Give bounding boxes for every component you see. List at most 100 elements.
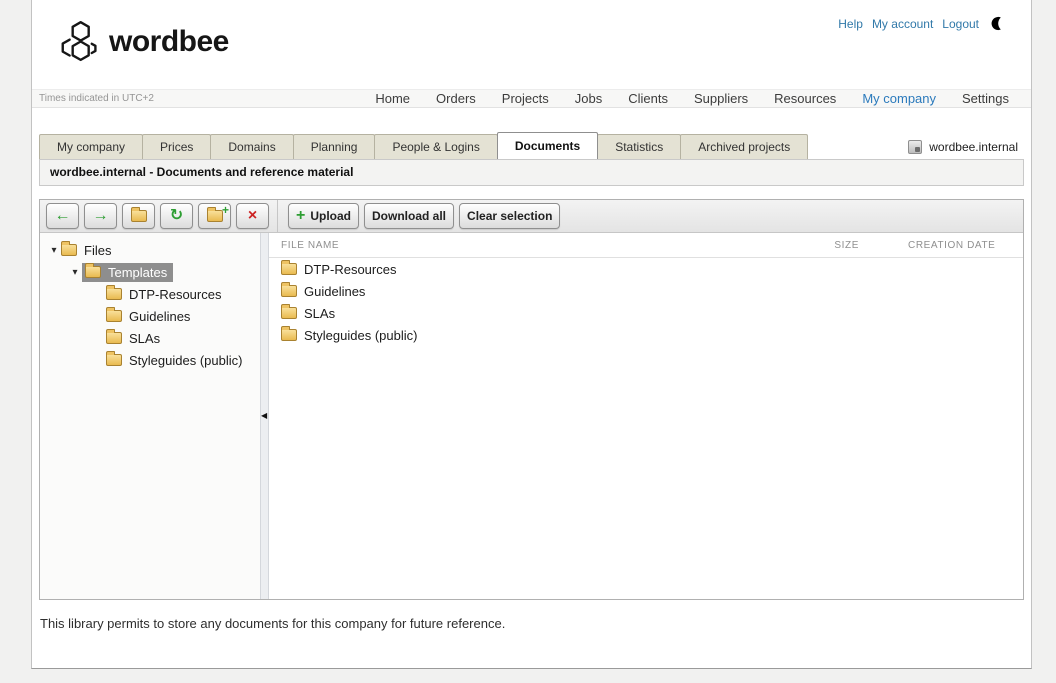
refresh-button[interactable]: ↻ <box>160 203 193 229</box>
file-row-styleguides-public[interactable]: Styleguides (public) <box>269 324 1023 346</box>
toolbar: ← → ↻ + × + Upload Do <box>40 200 1023 233</box>
folder-icon <box>106 332 122 344</box>
tab-domains[interactable]: Domains <box>210 134 293 159</box>
folder-icon <box>281 285 297 297</box>
arrow-left-icon: ← <box>55 208 71 224</box>
nav-item-settings[interactable]: Settings <box>962 91 1009 106</box>
delete-button[interactable]: × <box>236 203 269 229</box>
folder-icon <box>85 266 101 278</box>
timezone-note: Times indicated in UTC+2 <box>39 93 154 104</box>
file-name: Styleguides (public) <box>304 328 417 343</box>
nav-item-my-company[interactable]: My company <box>862 91 936 106</box>
expander-triangle-icon[interactable]: ▾ <box>68 267 82 278</box>
nav-item-clients[interactable]: Clients <box>628 91 668 106</box>
column-header-size[interactable]: SIZE <box>779 240 859 251</box>
upload-label: Upload <box>310 209 351 223</box>
nav-item-home[interactable]: Home <box>375 91 410 106</box>
arrow-right-icon: → <box>93 208 109 224</box>
tab-documents[interactable]: Documents <box>497 132 598 159</box>
new-folder-button[interactable]: + <box>198 203 231 229</box>
clear-selection-button[interactable]: Clear selection <box>459 203 560 229</box>
nav-item-suppliers[interactable]: Suppliers <box>694 91 748 106</box>
tree-item-label: DTP-Resources <box>129 287 221 302</box>
panel-splitter[interactable]: ◀ <box>260 233 269 599</box>
tree-item-label: Styleguides (public) <box>129 353 242 368</box>
company-icon <box>908 140 922 154</box>
tab-prices[interactable]: Prices <box>142 134 211 159</box>
tree-item-label: SLAs <box>129 331 160 346</box>
folder-icon <box>281 307 297 319</box>
column-header-creation-date[interactable]: CREATION DATE <box>859 240 1023 251</box>
top-link-help[interactable]: Help <box>838 17 863 31</box>
download-all-label: Download all <box>372 209 446 223</box>
folder-icon <box>106 354 122 366</box>
file-row-dtp-resources[interactable]: DTP-Resources <box>269 258 1023 280</box>
folder-icon <box>281 329 297 341</box>
tree-item-slas[interactable]: SLAs <box>40 327 260 349</box>
new-folder-icon <box>207 210 223 222</box>
nav-item-resources[interactable]: Resources <box>774 91 836 106</box>
page-card: wordbee Help My account Logout Times indic… <box>31 0 1032 669</box>
forward-button[interactable]: → <box>84 203 117 229</box>
expander-triangle-icon[interactable]: ▾ <box>47 245 61 256</box>
file-name: SLAs <box>304 306 335 321</box>
utility-bar: Times indicated in UTC+2 Home Orders Proje… <box>32 89 1031 108</box>
company-context-label: wordbee.internal <box>929 140 1018 154</box>
upload-button[interactable]: + Upload <box>288 203 359 229</box>
file-row-guidelines[interactable]: Guidelines <box>269 280 1023 302</box>
header: wordbee Help My account Logout <box>32 0 1031 89</box>
tab-my-company[interactable]: My company <box>39 134 143 159</box>
file-row-slas[interactable]: SLAs <box>269 302 1023 324</box>
column-header-file-name[interactable]: FILE NAME <box>281 240 779 251</box>
plus-icon: + <box>222 203 229 217</box>
selected-node[interactable]: Templates <box>82 263 173 282</box>
tab-zone: My companyPricesDomainsPlanningPeople & … <box>32 108 1031 159</box>
nav-item-projects[interactable]: Projects <box>502 91 549 106</box>
tree-item-dtp-resources[interactable]: DTP-Resources <box>40 283 260 305</box>
tree-item-label: Templates <box>108 265 167 280</box>
tree-item-guidelines[interactable]: Guidelines <box>40 305 260 327</box>
document-browser: ← → ↻ + × + Upload Do <box>39 199 1024 600</box>
tree-item-files[interactable]: ▾ Files <box>40 239 260 261</box>
tab-statistics[interactable]: Statistics <box>597 134 681 159</box>
tab-archived-projects[interactable]: Archived projects <box>680 134 808 159</box>
collapse-handle-icon[interactable]: ◀ <box>261 410 267 422</box>
open-folder-button[interactable] <box>122 203 155 229</box>
nav-item-jobs[interactable]: Jobs <box>575 91 602 106</box>
logo-text: wordbee <box>109 25 229 59</box>
back-button[interactable]: ← <box>46 203 79 229</box>
folder-icon <box>106 310 122 322</box>
file-name: DTP-Resources <box>304 262 396 277</box>
download-all-button[interactable]: Download all <box>364 203 454 229</box>
folder-icon <box>61 244 77 256</box>
folder-tree: ▾Files▾TemplatesDTP-ResourcesGuidelinesS… <box>40 233 260 599</box>
toolbar-divider <box>277 200 278 233</box>
open-folder-icon <box>131 210 147 222</box>
folder-icon <box>106 288 122 300</box>
top-links: Help My account Logout <box>838 16 1005 31</box>
wordbee-logo: wordbee <box>54 20 229 63</box>
clear-selection-label: Clear selection <box>467 209 552 223</box>
wordbee-hexagons-icon <box>54 20 100 63</box>
file-list: FILE NAMESIZECREATION DATE DTP-Resources… <box>269 233 1023 599</box>
nav-item-orders[interactable]: Orders <box>436 91 476 106</box>
upload-plus-icon: + <box>296 208 305 224</box>
page-title: wordbee.internal - Documents and referen… <box>39 159 1024 186</box>
tree-item-styleguides-public[interactable]: Styleguides (public) <box>40 349 260 371</box>
tree-item-templates[interactable]: ▾ Templates <box>40 261 260 283</box>
main-nav: Home Orders Projects Jobs Clients Suppliers Re… <box>375 91 1021 106</box>
folder-icon <box>281 263 297 275</box>
browser-panels: ▾Files▾TemplatesDTP-ResourcesGuidelinesS… <box>40 233 1023 599</box>
dark-mode-moon-icon[interactable] <box>990 16 1005 31</box>
tree-item-label: Files <box>84 243 111 258</box>
file-name: Guidelines <box>304 284 365 299</box>
tab-planning[interactable]: Planning <box>293 134 376 159</box>
top-link-logout[interactable]: Logout <box>942 17 979 31</box>
library-description: This library permits to store any docume… <box>32 600 1031 631</box>
top-link-my-account[interactable]: My account <box>872 17 933 31</box>
tab-people-logins[interactable]: People & Logins <box>374 134 497 159</box>
tab-context: wordbee.internal <box>908 140 1024 159</box>
delete-x-icon: × <box>248 208 257 224</box>
refresh-icon: ↻ <box>170 208 183 224</box>
tab-strip: My companyPricesDomainsPlanningPeople & … <box>39 132 1024 159</box>
